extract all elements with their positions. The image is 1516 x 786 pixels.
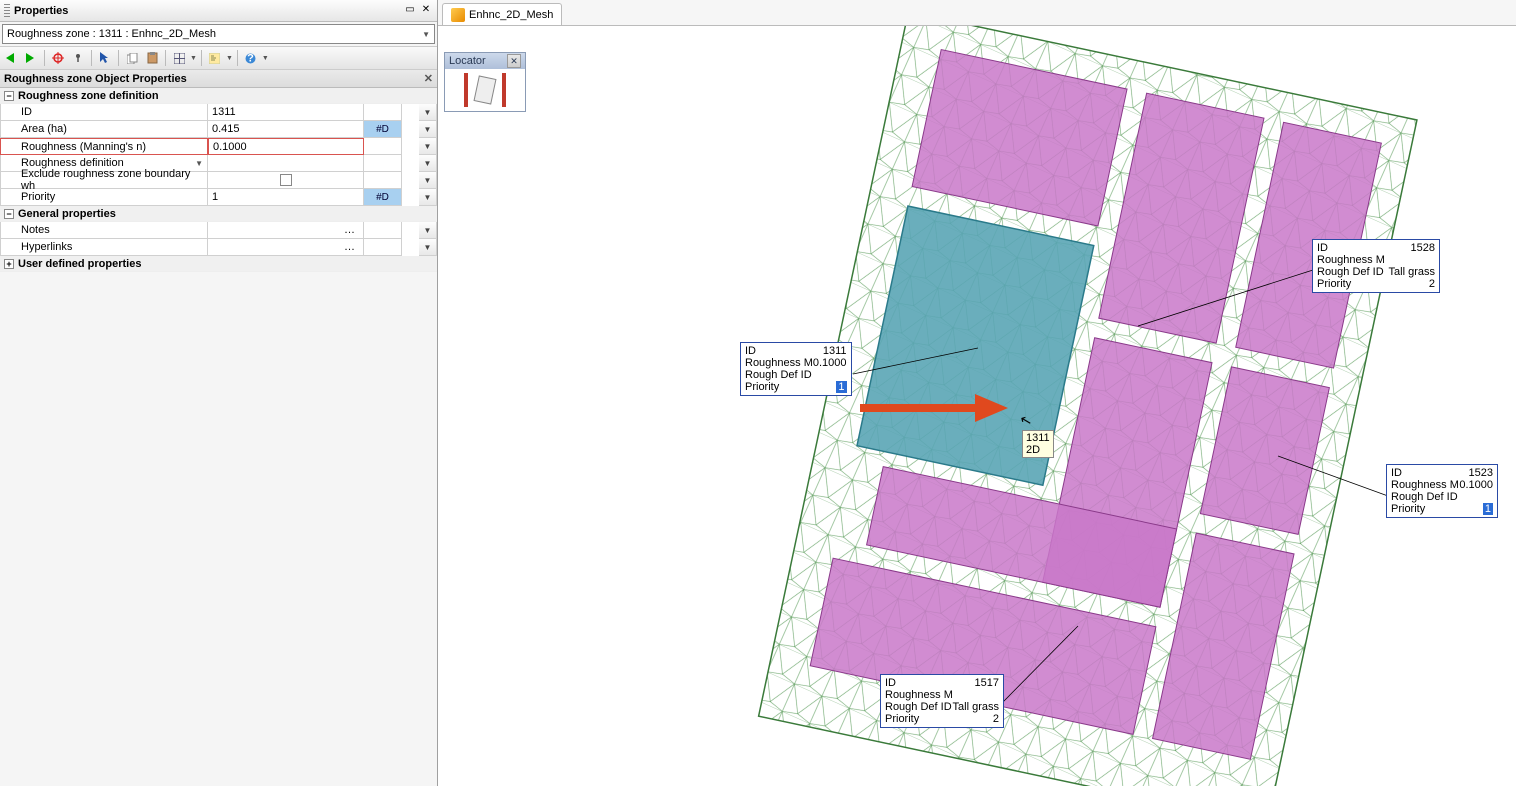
ellipsis-icon[interactable]: … [340, 241, 359, 253]
dropdown-icon[interactable]: ▼ [419, 172, 437, 189]
expand-icon[interactable]: + [4, 259, 14, 269]
properties-toolbar: ▼ ▼ ? ▼ [0, 46, 437, 70]
tab-mesh[interactable]: Enhnc_2D_Mesh [442, 3, 562, 25]
close-icon[interactable]: ✕ [419, 4, 433, 18]
roughness-input[interactable]: 0.1000 [208, 138, 364, 155]
section-header: Roughness zone Object Properties ✕ [0, 70, 437, 88]
pin-icon[interactable] [69, 49, 87, 67]
callout-1311: ID1311 Roughness M0.1000 Rough Def ID Pr… [740, 342, 852, 396]
row-roughness: Roughness (Manning's n) 0.1000 ▼ [0, 138, 437, 155]
svg-text:?: ? [248, 53, 255, 64]
grid-icon[interactable] [170, 49, 188, 67]
grip-icon [4, 4, 10, 18]
object-selector-row: Roughness zone : 1311 : Enhnc_2D_Mesh ▼ [0, 22, 437, 46]
collapse-icon[interactable]: − [4, 91, 14, 101]
dropdown-icon[interactable]: ▼ [419, 104, 437, 121]
target-icon[interactable] [49, 49, 67, 67]
row-priority: Priority 1 #D ▼ [0, 189, 437, 206]
collapse-icon[interactable]: − [4, 209, 14, 219]
panel-titlebar: Properties ▭ ✕ [0, 0, 437, 22]
dropdown-icon[interactable]: ▼ [419, 239, 437, 256]
ellipsis-icon[interactable]: … [340, 224, 359, 236]
dropdown-icon[interactable]: ▼ [419, 138, 437, 155]
default-flag: #D [364, 189, 402, 206]
priority-input[interactable]: 1 [208, 189, 364, 206]
tab-bar: Enhnc_2D_Mesh [438, 0, 1516, 26]
row-notes: Notes … ▼ [0, 222, 437, 239]
copy-icon[interactable] [123, 49, 141, 67]
object-selector[interactable]: Roughness zone : 1311 : Enhnc_2D_Mesh ▼ [2, 24, 435, 44]
pointer-icon[interactable] [96, 49, 114, 67]
annotation-arrow-icon [860, 388, 1010, 428]
default-flag: #D [364, 121, 402, 138]
object-selector-text: Roughness zone : 1311 : Enhnc_2D_Mesh [7, 28, 216, 40]
id-input[interactable]: 1311 [208, 104, 364, 121]
panel-title: Properties [14, 5, 401, 17]
category-roughness-def[interactable]: − Roughness zone definition [0, 88, 437, 104]
callout-1517: ID1517 Roughness M Rough Def IDTall gras… [880, 674, 1004, 728]
checkbox-icon[interactable] [280, 174, 292, 186]
row-id: ID 1311 ▼ [0, 104, 437, 121]
mesh-icon [451, 8, 465, 22]
tab-label: Enhnc_2D_Mesh [469, 9, 553, 21]
row-exclude: Exclude roughness zone boundary wh ▼ [0, 172, 437, 189]
dropdown-icon[interactable]: ▼ [419, 155, 437, 172]
category-general[interactable]: − General properties [0, 206, 437, 222]
roughdef-input[interactable] [208, 155, 364, 172]
area-input[interactable]: 0.415 [208, 121, 364, 138]
next-arrow-icon[interactable] [22, 49, 40, 67]
paste-icon[interactable] [143, 49, 161, 67]
script-icon[interactable] [206, 49, 224, 67]
prev-arrow-icon[interactable] [2, 49, 20, 67]
callout-1523: ID1523 Roughness M0.1000 Rough Def ID Pr… [1386, 464, 1498, 518]
row-hyperlinks: Hyperlinks … ▼ [0, 239, 437, 256]
exclude-checkbox[interactable] [208, 172, 364, 189]
dropdown-icon[interactable]: ▼ [419, 121, 437, 138]
help-icon[interactable]: ? [242, 49, 260, 67]
section-close-icon[interactable]: ✕ [424, 72, 433, 85]
category-user-defined[interactable]: + User defined properties [0, 256, 437, 272]
chevron-down-icon: ▼ [422, 30, 430, 39]
row-area: Area (ha) 0.415 #D ▼ [0, 121, 437, 138]
notes-input[interactable]: … [208, 222, 364, 239]
dropdown-icon[interactable]: ▼ [419, 222, 437, 239]
dropdown-icon[interactable]: ▼ [419, 189, 437, 206]
callout-1528: ID1528 Roughness M Rough Def IDTall gras… [1312, 239, 1440, 293]
section-title: Roughness zone Object Properties [4, 73, 187, 85]
hyperlinks-input[interactable]: … [208, 239, 364, 256]
properties-panel: Properties ▭ ✕ Roughness zone : 1311 : E… [0, 0, 438, 786]
minimize-icon[interactable]: ▭ [403, 4, 417, 18]
hover-tooltip: 1311 2D [1022, 430, 1054, 458]
canvas[interactable]: Locator ✕ [438, 26, 1516, 786]
canvas-panel: Enhnc_2D_Mesh Locator ✕ [438, 0, 1516, 786]
